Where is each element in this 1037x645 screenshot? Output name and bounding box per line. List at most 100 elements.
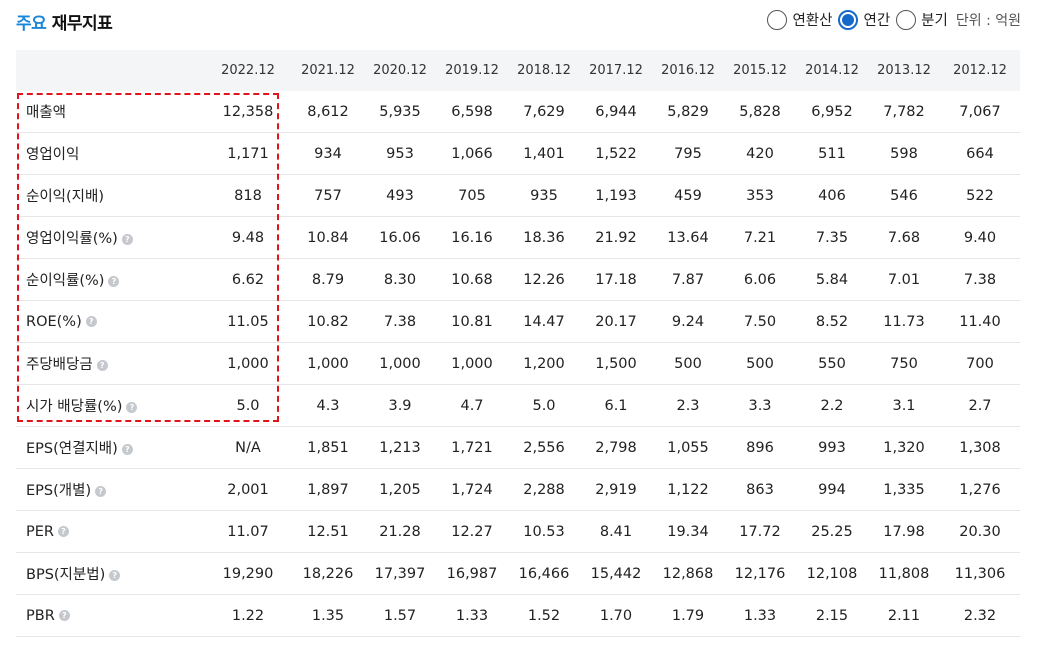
- value-cell: 5.0: [508, 384, 580, 427]
- value-cell: 12.26: [508, 258, 580, 301]
- value-cell: 7.35: [796, 216, 868, 259]
- value-cell: 10.82: [292, 300, 364, 343]
- column-header: 2013.12: [868, 50, 940, 91]
- table-row: 순이익(지배) 818 757 493 705 935 1,193 459 353 406 546 5…: [16, 174, 1020, 217]
- value-cell: 1,000: [204, 342, 292, 385]
- value-cell: 9.48: [204, 216, 292, 259]
- help-icon[interactable]: ?: [57, 526, 69, 537]
- value-cell: 1.52: [508, 594, 580, 637]
- value-cell: 21.92: [580, 216, 652, 259]
- value-cell: 15,442: [580, 552, 652, 595]
- value-cell: 500: [652, 342, 724, 385]
- value-cell: 1,897: [292, 468, 364, 511]
- value-cell: 1,000: [436, 342, 508, 385]
- value-cell: 863: [724, 468, 796, 511]
- row-label: 영업이익: [16, 132, 204, 175]
- value-cell: 12.51: [292, 510, 364, 553]
- help-icon[interactable]: ?: [121, 443, 133, 455]
- help-icon[interactable]: ?: [121, 233, 133, 245]
- radio-annualized-circle[interactable]: [767, 9, 788, 30]
- column-header: 2022.12: [204, 50, 292, 91]
- value-cell: 598: [868, 132, 940, 175]
- value-cell: 1.22: [204, 594, 292, 637]
- value-cell: 10.68: [436, 258, 508, 301]
- value-cell: 10.81: [436, 300, 508, 343]
- help-icon[interactable]: ?: [96, 359, 108, 371]
- value-cell: 757: [292, 174, 364, 217]
- radio-quarterly-circle[interactable]: [896, 9, 917, 30]
- value-cell: 17.72: [724, 510, 796, 553]
- value-cell: 7.87: [652, 258, 724, 301]
- radio-annual[interactable]: 연간: [838, 9, 890, 30]
- value-cell: 16.16: [436, 216, 508, 259]
- table-header-row: 2022.12 2021.12 2020.12 2019.12 2018.12 2017.…: [16, 50, 1020, 91]
- value-cell: 6,952: [796, 91, 868, 133]
- row-label-text: EPS(연결지배): [26, 441, 118, 457]
- value-cell: 8,612: [292, 91, 364, 133]
- radio-annualized[interactable]: 연환산: [767, 9, 832, 30]
- value-cell: 1,066: [436, 132, 508, 175]
- value-cell: 2,001: [204, 468, 292, 511]
- value-cell: 795: [652, 132, 724, 175]
- value-cell: 459: [652, 174, 724, 217]
- value-cell: 6,944: [580, 91, 652, 133]
- value-cell: 2.15: [796, 594, 868, 637]
- row-label: PBR?: [16, 594, 204, 637]
- value-cell: 2.32: [940, 594, 1020, 637]
- value-cell: 818: [204, 174, 292, 217]
- value-cell: 1.57: [364, 594, 436, 637]
- row-label-text: PBR: [26, 607, 55, 624]
- value-cell: 7.68: [868, 216, 940, 259]
- value-cell: 7,067: [940, 91, 1020, 133]
- value-cell: 19,290: [204, 552, 292, 595]
- radio-quarterly[interactable]: 분기: [896, 9, 948, 30]
- table-row: EPS(연결지배)? N/A 1,851 1,213 1,721 2,556 2,798 1,…: [16, 426, 1020, 469]
- column-header: 2015.12: [724, 50, 796, 91]
- value-cell: 1,851: [292, 426, 364, 469]
- value-cell: 5.0: [204, 384, 292, 427]
- value-cell: 12,868: [652, 552, 724, 595]
- column-header: 2018.12: [508, 50, 580, 91]
- column-header: 2016.12: [652, 50, 724, 91]
- value-cell: 1,000: [364, 342, 436, 385]
- help-icon[interactable]: ?: [109, 569, 121, 581]
- value-cell: 16.06: [364, 216, 436, 259]
- value-cell: 1,401: [508, 132, 580, 175]
- value-cell: 550: [796, 342, 868, 385]
- value-cell: N/A: [204, 426, 292, 469]
- value-cell: 20.30: [940, 510, 1020, 553]
- value-cell: 6.06: [724, 258, 796, 301]
- column-header: 2012.12: [940, 50, 1020, 91]
- value-cell: 993: [796, 426, 868, 469]
- help-icon[interactable]: ?: [85, 316, 97, 327]
- value-cell: 18,226: [292, 552, 364, 595]
- row-label-text: 영업이익: [26, 147, 80, 163]
- value-cell: 3.1: [868, 384, 940, 427]
- value-cell: 6.1: [580, 384, 652, 427]
- value-cell: 1,205: [364, 468, 436, 511]
- table-row: PER? 11.07 12.51 21.28 12.27 10.53 8.41 19.34 17…: [16, 510, 1020, 553]
- table-row: ROE(%)? 11.05 10.82 7.38 10.81 14.47 20.17 9.24…: [16, 300, 1020, 343]
- value-cell: 994: [796, 468, 868, 511]
- value-cell: 1.79: [652, 594, 724, 637]
- value-cell: 5,935: [364, 91, 436, 133]
- help-icon[interactable]: ?: [108, 275, 120, 287]
- value-cell: 3.9: [364, 384, 436, 427]
- value-cell: 493: [364, 174, 436, 217]
- value-cell: 1,721: [436, 426, 508, 469]
- value-cell: 21.28: [364, 510, 436, 553]
- help-icon[interactable]: ?: [95, 485, 107, 497]
- value-cell: 2.3: [652, 384, 724, 427]
- value-cell: 17,397: [364, 552, 436, 595]
- value-cell: 934: [292, 132, 364, 175]
- value-cell: 6.62: [204, 258, 292, 301]
- help-icon[interactable]: ?: [58, 610, 70, 621]
- value-cell: 16,466: [508, 552, 580, 595]
- row-label: 순이익(지배): [16, 174, 204, 217]
- radio-annual-circle[interactable]: [838, 9, 859, 30]
- header-label-cell: [16, 50, 204, 91]
- value-cell: 10.53: [508, 510, 580, 553]
- help-icon[interactable]: ?: [126, 401, 138, 413]
- value-cell: 705: [436, 174, 508, 217]
- value-cell: 750: [868, 342, 940, 385]
